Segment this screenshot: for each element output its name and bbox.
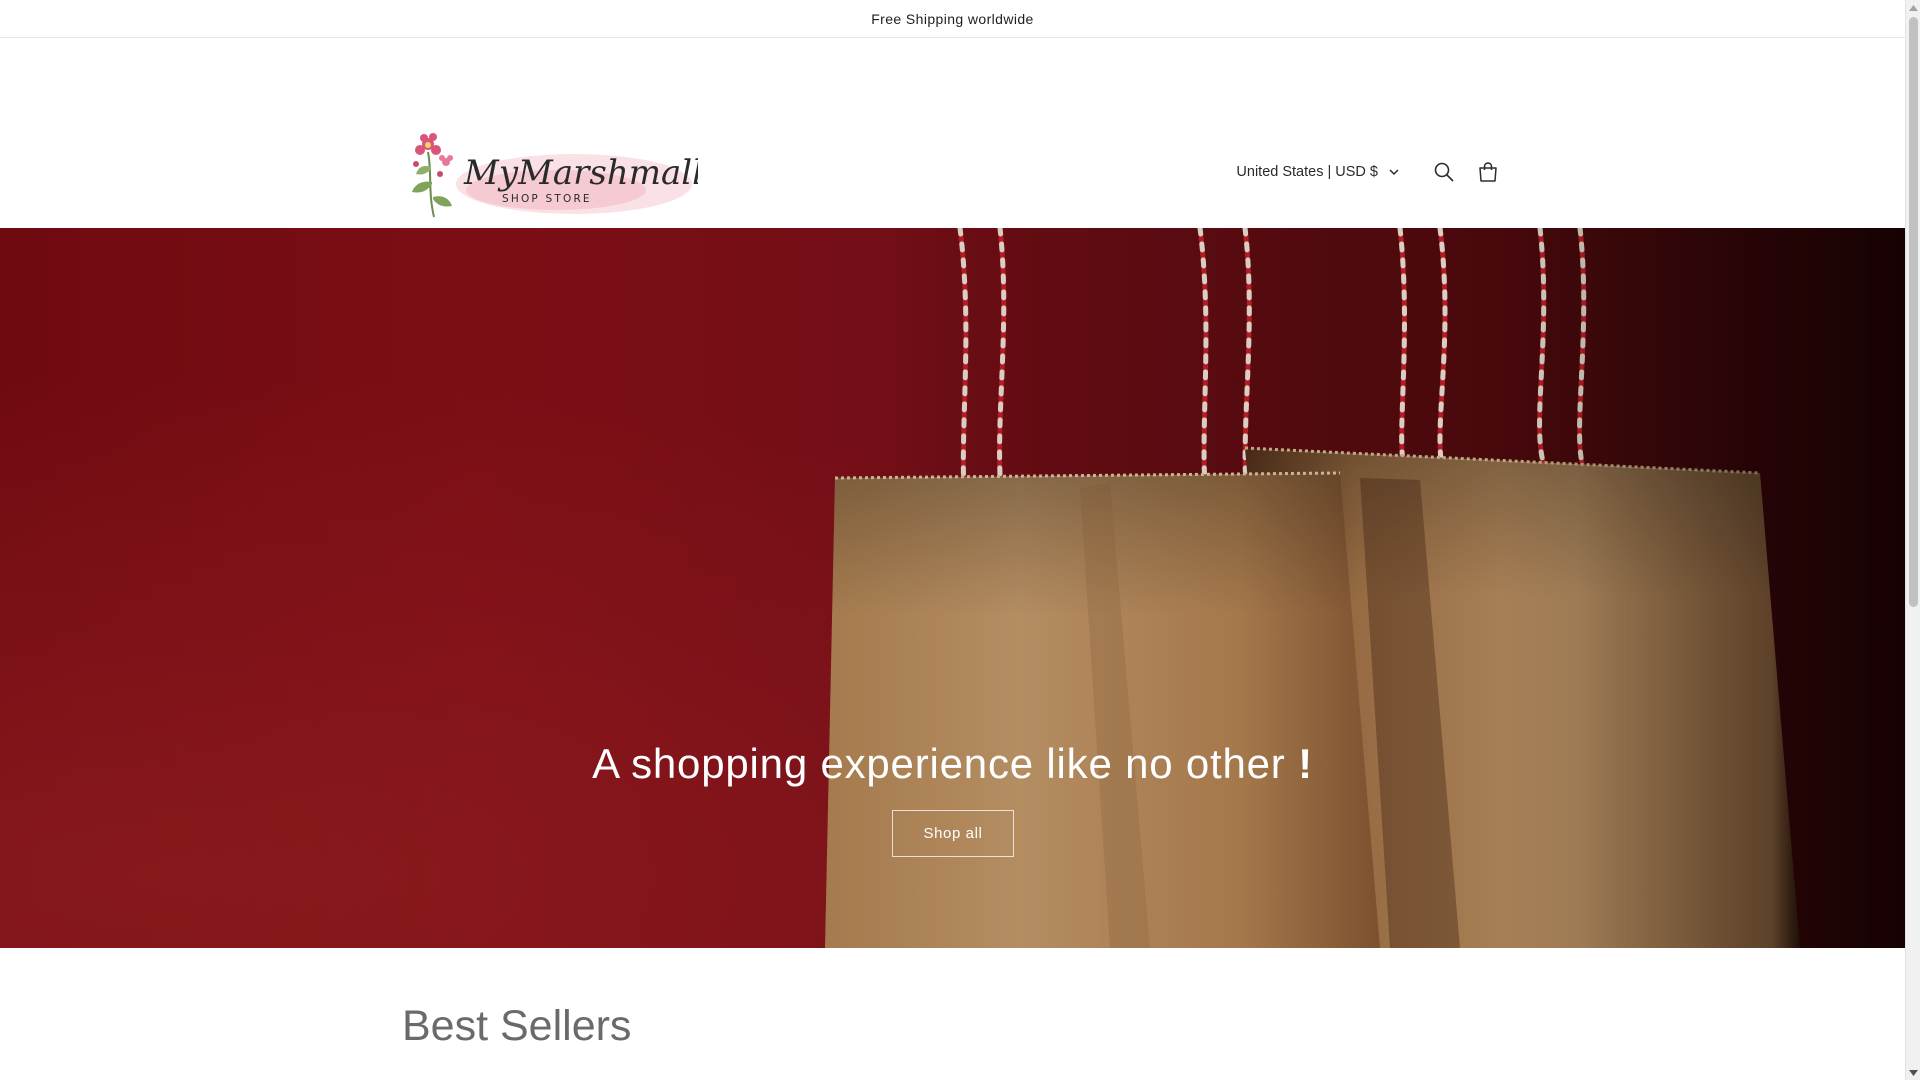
country-currency-label: United States | USD $	[1236, 164, 1378, 180]
search-icon	[1434, 162, 1454, 182]
logo-script-text: MyMarshmallow	[463, 153, 698, 193]
header-actions: United States | USD $	[1236, 150, 1510, 194]
search-button[interactable]	[1422, 150, 1466, 194]
announcement-bar: Free Shipping worldwide	[0, 0, 1905, 38]
logo-subtitle-text: SHOP STORE	[502, 193, 592, 205]
hero-banner: A shopping experience like no other ! Sh…	[0, 228, 1905, 948]
store-logo[interactable]: MyMarshmallow SHOP STORE	[406, 122, 698, 230]
cart-button[interactable]	[1466, 150, 1510, 194]
scroll-up-arrow-icon[interactable]	[1906, 0, 1920, 15]
storefront-page: Free Shipping worldwide MyMarshmallow SH…	[0, 0, 1905, 1080]
hero-heading: A shopping experience like no other !	[0, 740, 1905, 788]
shop-all-button[interactable]: Shop all	[892, 810, 1014, 857]
chevron-down-icon	[1389, 169, 1399, 176]
hero-heading-exclamation: !	[1298, 740, 1313, 787]
hero-heading-text: A shopping experience like no other	[592, 740, 1286, 787]
scrollbar-thumb[interactable]	[1909, 17, 1918, 607]
best-sellers-heading: Best Sellers	[402, 1002, 632, 1050]
announcement-text: Free Shipping worldwide	[871, 10, 1034, 27]
site-header: MyMarshmallow SHOP STORE United States |…	[0, 38, 1905, 227]
shop-all-label: Shop all	[923, 825, 983, 842]
cart-icon	[1479, 162, 1497, 182]
scroll-down-arrow-icon[interactable]	[1906, 1065, 1920, 1080]
country-currency-selector[interactable]: United States | USD $	[1236, 164, 1400, 180]
page-scrollbar[interactable]	[1905, 0, 1920, 1080]
